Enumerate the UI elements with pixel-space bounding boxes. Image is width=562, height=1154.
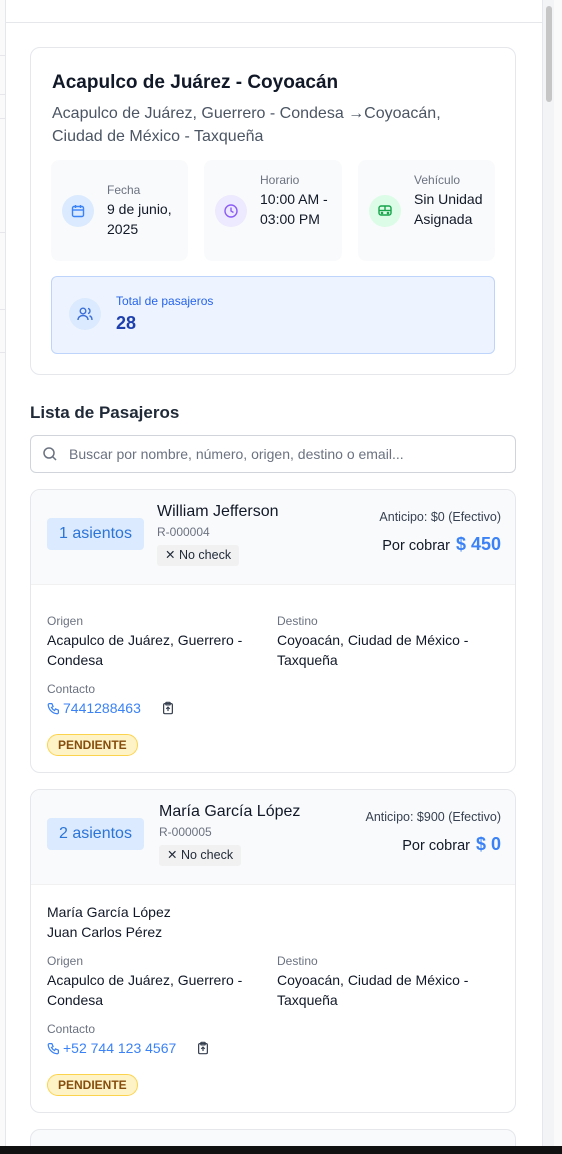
destination-label: Destino <box>277 954 318 968</box>
window-edge <box>0 1146 562 1154</box>
search-icon <box>42 446 58 467</box>
route-title: Acapulco de Juárez - Coyoacán <box>52 72 339 93</box>
search-input[interactable] <box>69 436 509 472</box>
checkin-status-badge: ✕ No check <box>159 845 242 866</box>
schedule-value: 10:00 AM - 03:00 PM <box>260 191 328 227</box>
passenger-card[interactable] <box>30 1129 516 1146</box>
bus-icon <box>369 195 401 227</box>
route-subtitle: Acapulco de Juárez, Guerrero - Condesa →… <box>52 105 441 145</box>
checkin-status-label: No check <box>180 848 234 862</box>
contact-label: Contacto <box>47 1022 96 1036</box>
phone-icon <box>47 1043 59 1055</box>
companion-name: Juan Carlos Pérez <box>47 924 163 940</box>
x-icon: ✕ <box>165 548 176 562</box>
vehicle-value: Sin Unidad Asignada <box>414 191 483 227</box>
amount-due-value: $ 450 <box>455 534 501 554</box>
checkin-status-badge: ✕ No check <box>157 545 240 566</box>
total-passengers-value: 28 <box>116 313 137 333</box>
origin-label: Origen <box>47 614 84 628</box>
destination-label: Destino <box>277 614 318 628</box>
date-info: Fecha 9 de junio, 2025 <box>51 160 188 261</box>
passenger-card-header: 2 asientos María García López R-000005 ✕… <box>31 790 515 885</box>
contact-label: Contacto <box>47 682 96 696</box>
route-summary-card: Acapulco de Juárez - Coyoacán Acapulco d… <box>30 47 516 375</box>
copy-icon[interactable] <box>161 701 175 720</box>
trip-detail-panel: Acapulco de Juárez - Coyoacán Acapulco d… <box>5 0 554 1146</box>
amount-due-label: Por cobrar <box>402 838 470 854</box>
status-badge: PENDIENTE <box>47 1074 138 1096</box>
phone-link[interactable]: 7441288463 <box>47 700 141 716</box>
x-icon: ✕ <box>167 848 178 862</box>
passenger-card[interactable]: 2 asientos María García López R-000005 ✕… <box>30 789 516 1113</box>
calendar-icon <box>62 195 94 227</box>
amount-due: Por cobrar $ 0 <box>402 834 501 855</box>
advance-payment: Anticipo: $900 (Efectivo) <box>365 810 502 824</box>
companion-name: María García López <box>47 904 171 920</box>
destination-value: Coyoacán, Ciudad de México - Taxqueña <box>277 632 469 668</box>
vehicle-label: Vehículo <box>414 173 461 187</box>
search-box <box>30 435 516 473</box>
amount-due: Por cobrar $ 450 <box>382 534 501 555</box>
amount-due-label: Por cobrar <box>382 538 450 554</box>
schedule-label: Horario <box>260 173 300 187</box>
passenger-name: William Jefferson <box>157 503 279 520</box>
scrollbar[interactable] <box>542 0 554 1146</box>
amount-due-value: $ 0 <box>475 834 501 854</box>
advance-payment: Anticipo: $0 (Efectivo) <box>379 510 501 524</box>
total-passengers-label: Total de pasajeros <box>116 294 214 308</box>
seat-count-badge: 1 asientos <box>47 518 144 550</box>
origin-value: Acapulco de Juárez, Guerrero - Condesa <box>47 632 243 668</box>
passenger-card[interactable]: 1 asientos William Jefferson R-000004 ✕ … <box>30 489 516 773</box>
passenger-name: María García López <box>159 803 301 820</box>
clock-icon <box>215 195 247 227</box>
users-icon <box>69 298 101 330</box>
schedule-info: Horario 10:00 AM - 03:00 PM <box>204 160 342 261</box>
phone-icon <box>47 703 59 715</box>
checkin-status-label: No check <box>178 548 232 562</box>
origin-value: Acapulco de Juárez, Guerrero - Condesa <box>47 972 243 1008</box>
copy-icon[interactable] <box>196 1041 210 1060</box>
vehicle-info: Vehículo Sin Unidad Asignada <box>358 160 495 261</box>
destination-value: Coyoacán, Ciudad de México - Taxqueña <box>277 972 469 1008</box>
seat-count-badge: 2 asientos <box>47 818 144 850</box>
status-badge: PENDIENTE <box>47 734 138 756</box>
panel-header <box>6 0 554 23</box>
phone-link[interactable]: +52 744 123 4567 <box>47 1040 176 1056</box>
total-passengers-box: Total de pasajeros 28 <box>51 276 495 354</box>
passenger-list-title: Lista de Pasajeros <box>30 403 180 422</box>
date-label: Fecha <box>107 183 141 197</box>
passenger-card-header: 1 asientos William Jefferson R-000004 ✕ … <box>31 490 515 585</box>
phone-number: +52 744 123 4567 <box>63 1040 177 1056</box>
phone-number: 7441288463 <box>63 700 141 716</box>
reservation-code: R-000005 <box>159 825 212 839</box>
reservation-code: R-000004 <box>157 525 210 539</box>
scrollbar-thumb[interactable] <box>546 6 552 102</box>
date-value: 9 de junio, 2025 <box>107 201 172 237</box>
origin-label: Origen <box>47 954 84 968</box>
